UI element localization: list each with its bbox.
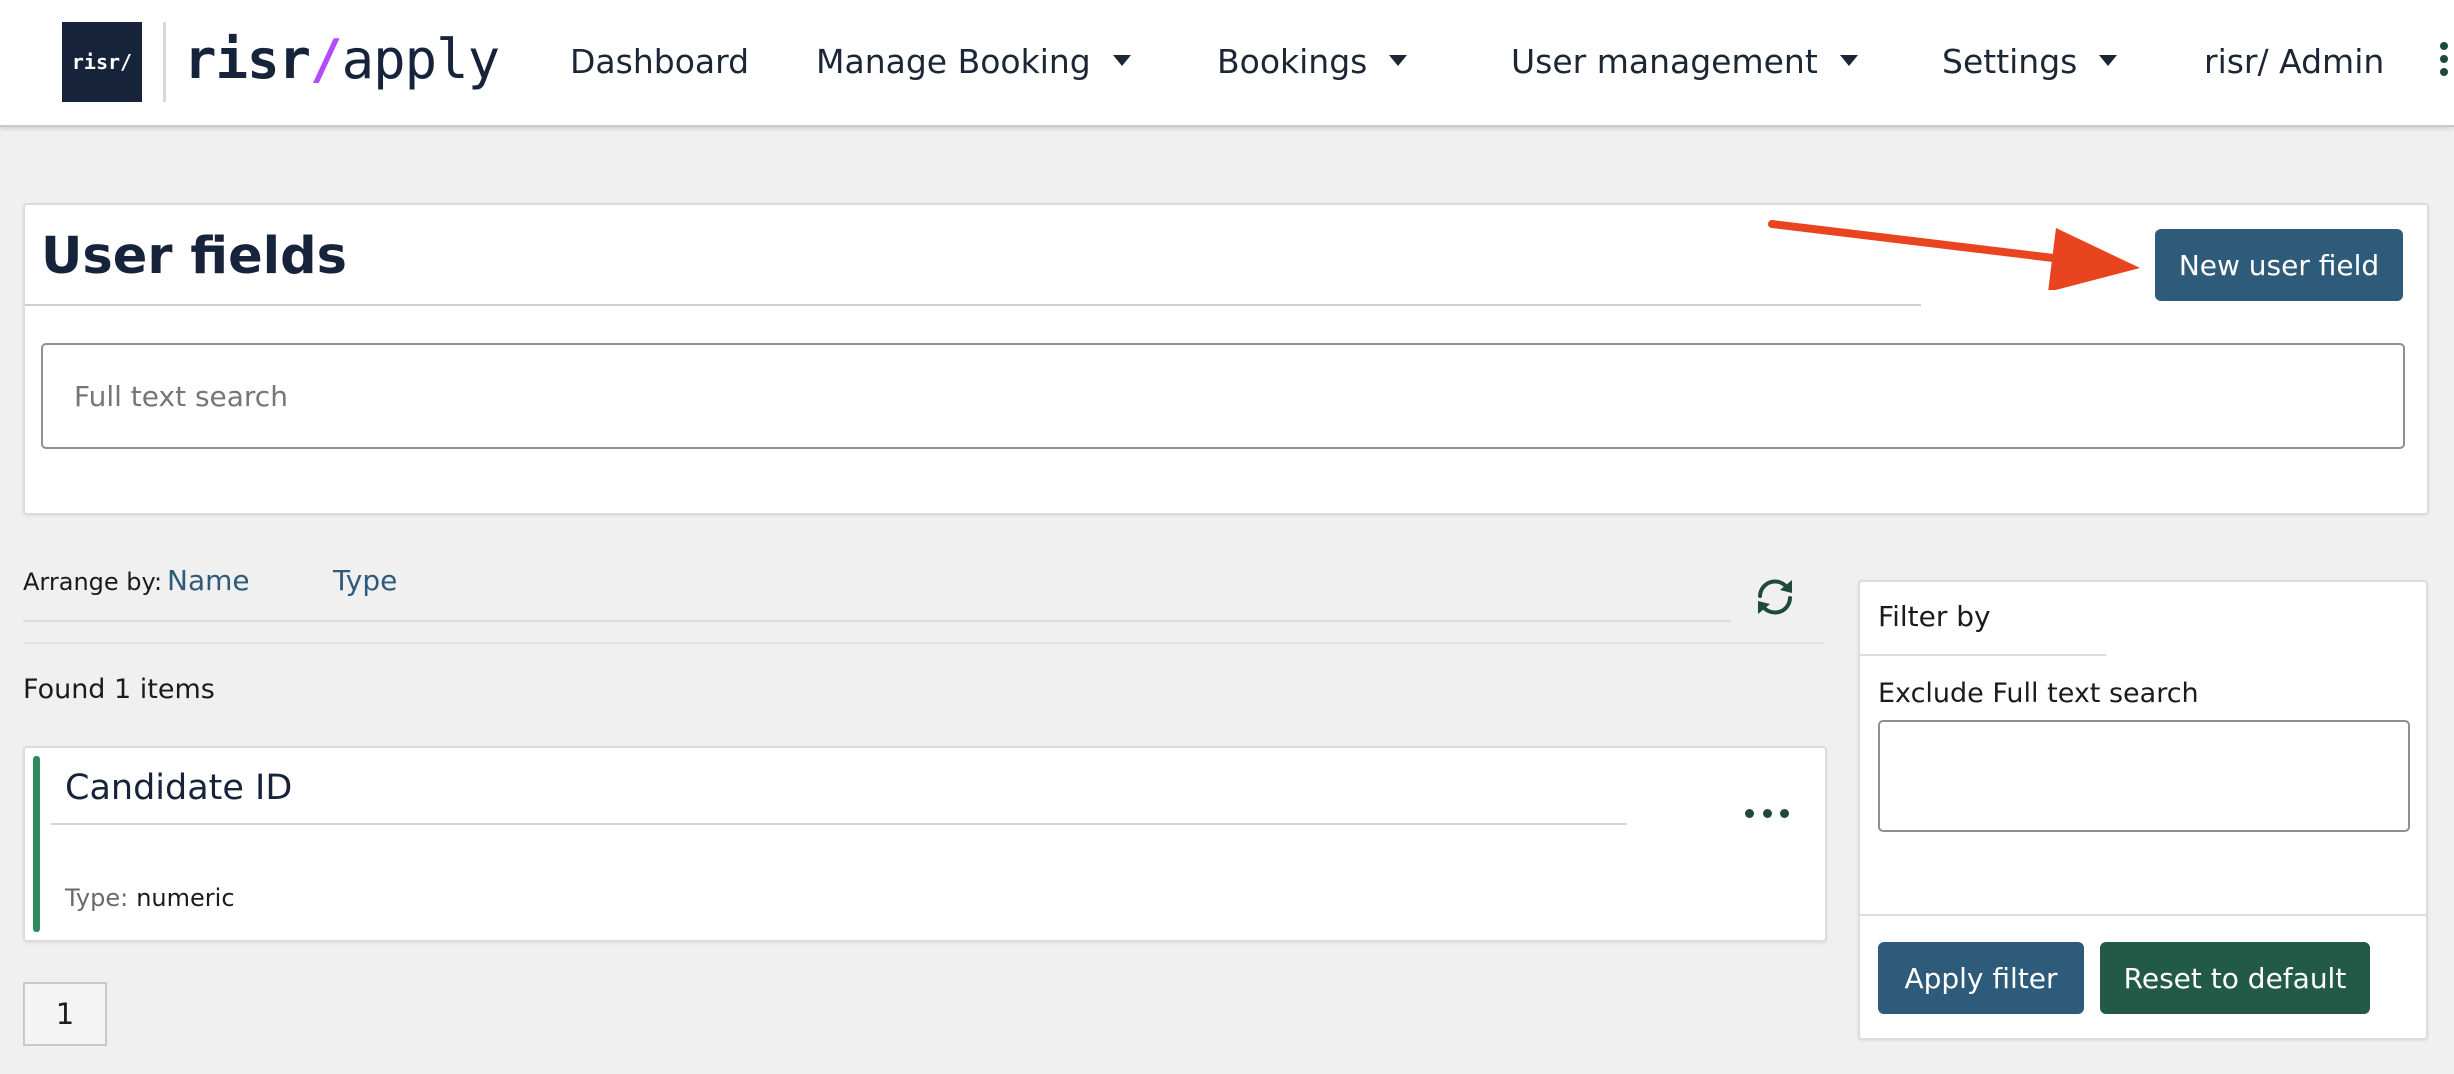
nav-user-management-label: User management (1511, 42, 1818, 81)
sort-by-type-link[interactable]: Type (333, 564, 397, 597)
item-divider (51, 823, 1627, 825)
results-count: Found 1 items (23, 674, 215, 705)
title-divider (25, 304, 1921, 306)
nav-settings[interactable]: Settings (1942, 42, 2118, 82)
brand-wordmark[interactable]: risr/apply (184, 28, 501, 91)
item-title[interactable]: Candidate ID (65, 768, 292, 808)
brand-prefix: risr (184, 28, 311, 91)
filter-title-divider (1860, 654, 2106, 656)
refresh-icon[interactable] (1752, 574, 1798, 620)
item-type: Type: numeric (65, 884, 235, 912)
more-vertical-icon[interactable] (2440, 42, 2450, 82)
more-horizontal-icon[interactable] (1745, 798, 1789, 828)
full-text-search-input[interactable] (41, 343, 2405, 449)
nav-bookings-label: Bookings (1217, 42, 1368, 81)
apply-filter-button[interactable]: Apply filter (1878, 942, 2084, 1014)
page-title: User fields (41, 227, 347, 286)
nav-dashboard-label: Dashboard (570, 42, 750, 81)
arrange-by-label: Arrange by: (23, 568, 163, 596)
exclude-search-input[interactable] (1878, 720, 2410, 832)
caret-down-icon (1389, 55, 1408, 66)
brand-slash: / (310, 28, 343, 91)
filter-panel: Filter by Exclude Full text search Apply… (1858, 580, 2428, 1040)
nav-admin-label: risr/ Admin (2204, 42, 2385, 81)
caret-down-icon (1112, 55, 1131, 66)
item-type-value: numeric (136, 884, 235, 912)
nav-settings-label: Settings (1942, 42, 2078, 81)
top-navigation-bar: risr/ risr/apply Dashboard Manage Bookin… (0, 0, 2454, 127)
pagination-page-button[interactable]: 1 (23, 982, 107, 1046)
nav-bookings[interactable]: Bookings (1217, 42, 1408, 82)
sort-by-name-link[interactable]: Name (167, 564, 250, 597)
caret-down-icon (2099, 55, 2118, 66)
logo-divider (163, 22, 166, 102)
item-type-label: Type: (65, 884, 129, 912)
list-item[interactable]: Candidate ID Type: numeric (23, 746, 1827, 942)
filter-title: Filter by (1878, 600, 1991, 633)
new-user-field-button[interactable]: New user field (2155, 229, 2403, 301)
brand-suffix: apply (341, 28, 501, 91)
nav-dashboard[interactable]: Dashboard (570, 42, 749, 82)
nav-manage-booking-label: Manage Booking (816, 42, 1091, 81)
logo-box-text: risr/ (71, 50, 133, 74)
reset-to-default-button[interactable]: Reset to default (2100, 942, 2370, 1014)
filter-footer-divider (1860, 914, 2426, 916)
annotation-arrow-icon (1768, 220, 2140, 290)
nav-admin[interactable]: risr/ Admin (2204, 42, 2384, 82)
arrange-divider (23, 620, 1731, 622)
nav-user-management[interactable]: User management (1511, 42, 1858, 82)
exclude-search-label: Exclude Full text search (1878, 678, 2199, 709)
item-accent-bar (33, 756, 40, 932)
nav-manage-booking[interactable]: Manage Booking (816, 42, 1131, 82)
list-divider (23, 642, 1825, 644)
caret-down-icon (1839, 55, 1858, 66)
logo-icon[interactable]: risr/ (62, 22, 142, 102)
